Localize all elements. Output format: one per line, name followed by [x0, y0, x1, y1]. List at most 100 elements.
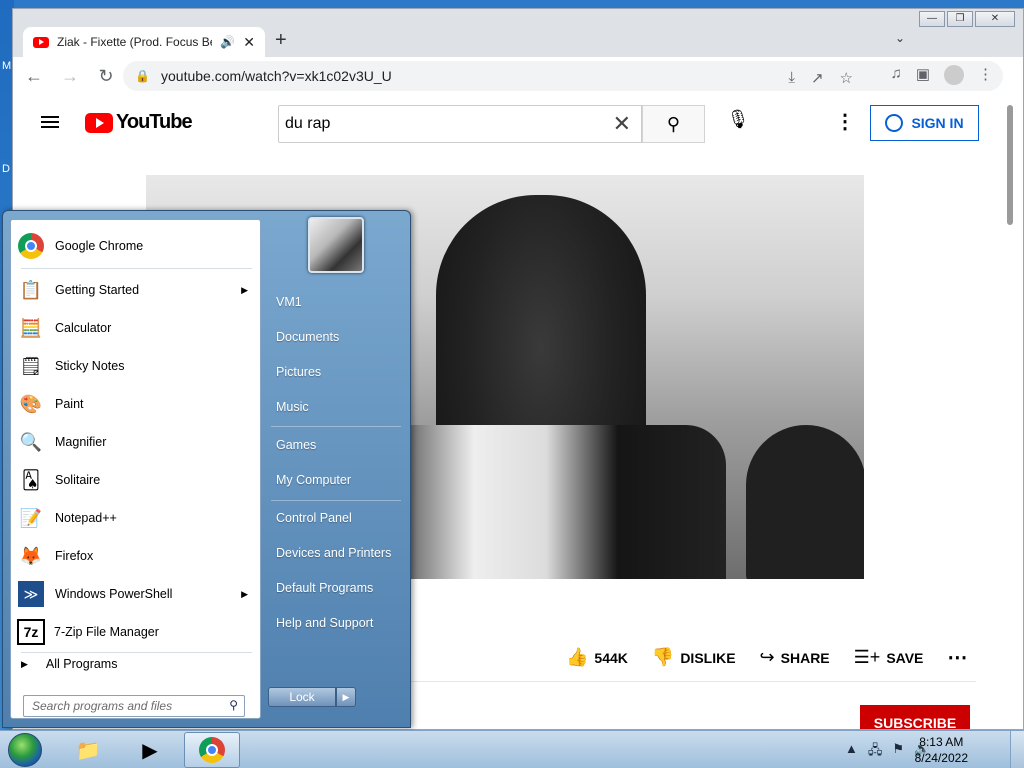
chrome-icon	[15, 230, 47, 262]
page-scrollbar[interactable]	[997, 95, 1023, 729]
search-button[interactable]: ⚲	[642, 105, 705, 143]
firefox-icon: 🦊	[19, 545, 43, 566]
address-bar[interactable]: 🔒 youtube.com/watch?v=xk1c02v3U_U ⤓ ↗ ☆	[123, 61, 1003, 91]
subscribe-button[interactable]: SUBSCRIBE	[860, 705, 970, 729]
program-item-paint[interactable]: 🎨 Paint	[15, 386, 258, 422]
start-link-pictures[interactable]: Pictures	[276, 365, 321, 379]
more-actions-icon[interactable]: ⋯	[947, 645, 967, 670]
tab-title: Ziak - Fixette (Prod. Focus Be	[57, 35, 213, 49]
program-item-powershell[interactable]: ≫ Windows PowerShell ▶	[15, 576, 258, 612]
start-link-my-computer[interactable]: My Computer	[276, 473, 351, 487]
clear-search-icon[interactable]: ✕	[613, 111, 631, 137]
all-programs-button[interactable]: ▶ All Programs	[21, 657, 117, 671]
dislike-button[interactable]: 👎 DISLIKE	[652, 647, 736, 668]
browser-tab[interactable]: Ziak - Fixette (Prod. Focus Be 🔊 ✕	[23, 27, 265, 57]
restore-button[interactable]: ❐	[947, 11, 973, 27]
submenu-arrow-icon: ▶	[241, 284, 248, 295]
hamburger-menu-icon[interactable]	[41, 113, 59, 131]
share-button[interactable]: ↪ SHARE	[760, 647, 830, 668]
start-link-devices-printers[interactable]: Devices and Printers	[276, 546, 391, 560]
desktop-icon-label: D	[2, 163, 10, 175]
side-panel-icon[interactable]: ▣	[916, 65, 930, 85]
paint-icon: 🎨	[19, 393, 43, 414]
like-button[interactable]: 👍 544K	[566, 647, 628, 668]
program-label: Windows PowerShell	[55, 587, 173, 601]
start-link-documents[interactable]: Documents	[276, 330, 339, 344]
profile-avatar-icon[interactable]	[944, 65, 964, 85]
tab-search-chevron-icon[interactable]: ⌄	[895, 31, 905, 45]
reload-icon[interactable]: ↻	[91, 66, 121, 87]
start-search-input[interactable]: Search programs and files ⚲	[23, 695, 245, 717]
youtube-logo[interactable]: YouTube	[85, 111, 193, 134]
start-link-default-programs[interactable]: Default Programs	[276, 581, 373, 595]
close-window-button[interactable]: ✕	[975, 11, 1015, 27]
start-link-music[interactable]: Music	[276, 400, 309, 414]
search-icon: ⚲	[666, 114, 681, 134]
user-circle-icon	[885, 114, 904, 132]
settings-more-icon[interactable]: ⋮	[835, 109, 855, 134]
start-link-control-panel[interactable]: Control Panel	[276, 511, 352, 525]
sign-in-button[interactable]: SIGN IN	[870, 105, 979, 141]
start-menu: Google Chrome 📋 Getting Started ▶ 🧮 Calc…	[2, 210, 411, 728]
voice-search-mic-icon[interactable]: 🎙	[723, 109, 753, 130]
all-programs-arrow-icon: ▶	[21, 658, 28, 669]
new-tab-button[interactable]: +	[275, 29, 287, 52]
media-player-icon: ▶	[142, 739, 158, 762]
save-button[interactable]: ☰+ SAVE	[854, 647, 924, 668]
program-label: Getting Started	[55, 283, 140, 297]
forward-icon[interactable]: →	[55, 66, 85, 87]
network-icon[interactable]: 🖧	[868, 741, 883, 763]
program-item-calculator[interactable]: 🧮 Calculator	[15, 310, 258, 346]
divider	[271, 500, 401, 501]
program-label: Firefox	[55, 549, 94, 563]
start-link-games[interactable]: Games	[276, 438, 316, 452]
tab-close-icon[interactable]: ✕	[243, 34, 255, 51]
user-account-picture[interactable]	[308, 217, 364, 273]
program-item-sticky-notes[interactable]: 🗒 Sticky Notes	[15, 348, 258, 384]
action-center-flag-icon[interactable]: ⚑	[892, 741, 904, 763]
back-icon[interactable]: ←	[19, 66, 49, 87]
youtube-favicon-icon	[33, 36, 49, 48]
search-icon[interactable]: ⚲	[229, 698, 238, 712]
share-icon[interactable]: ↗	[811, 69, 824, 87]
browser-toolbar: ← → ↻ 🔒 youtube.com/watch?v=xk1c02v3U_U …	[13, 57, 1023, 95]
divider	[21, 268, 252, 269]
show-desktop-button[interactable]	[1010, 731, 1024, 768]
start-orb-button[interactable]	[8, 733, 42, 767]
program-item-magnifier[interactable]: 🔍 Magnifier	[15, 424, 258, 460]
playlist-add-icon: ☰+	[853, 647, 881, 667]
program-label: Notepad++	[55, 511, 117, 525]
browser-extension-area: ♫ ▣ ⋮	[891, 65, 993, 85]
chrome-menu-icon[interactable]: ⋮	[978, 65, 993, 85]
lock-button[interactable]: Lock	[268, 687, 336, 707]
taskbar-explorer-button[interactable]: 📁	[60, 732, 116, 768]
program-item-notepadpp[interactable]: 📝 Notepad++	[15, 500, 258, 536]
clock-time: 8:13 AM	[919, 735, 964, 749]
lock-icon[interactable]: 🔒	[135, 69, 150, 83]
scrollbar-thumb[interactable]	[1007, 105, 1013, 225]
program-item-getting-started[interactable]: 📋 Getting Started ▶	[15, 272, 258, 308]
media-controls-icon[interactable]: ♫	[891, 65, 902, 85]
chrome-icon	[199, 737, 225, 763]
taskbar-chrome-button[interactable]	[184, 732, 240, 768]
minimize-button[interactable]: —	[919, 11, 945, 27]
program-item-7zip[interactable]: 7z 7-Zip File Manager	[15, 614, 258, 650]
audio-playing-icon[interactable]: 🔊	[220, 35, 235, 49]
divider	[271, 426, 401, 427]
shutdown-options-arrow-icon[interactable]: ▶	[336, 687, 356, 707]
show-hidden-icons-arrow-icon[interactable]: ▲	[845, 741, 858, 763]
program-item-firefox[interactable]: 🦊 Firefox	[15, 538, 258, 574]
bookmark-star-icon[interactable]: ☆	[840, 69, 853, 87]
search-input[interactable]: du rap ✕	[278, 105, 642, 143]
taskbar-clock[interactable]: 8:13 AM 8/24/2022	[915, 734, 968, 766]
getting-started-icon: 📋	[19, 279, 43, 300]
program-item-google-chrome[interactable]: Google Chrome	[15, 228, 258, 264]
program-item-solitaire[interactable]: 🂡 Solitaire	[15, 462, 258, 498]
install-app-icon[interactable]: ⤓	[788, 69, 795, 87]
program-label: Magnifier	[55, 435, 107, 449]
start-link-user[interactable]: VM1	[276, 295, 302, 309]
video-frame-figure	[366, 425, 726, 579]
taskbar-media-player-button[interactable]: ▶	[122, 732, 178, 768]
start-link-help-support[interactable]: Help and Support	[276, 616, 373, 630]
window-controls: — ❐ ✕	[919, 11, 1015, 27]
